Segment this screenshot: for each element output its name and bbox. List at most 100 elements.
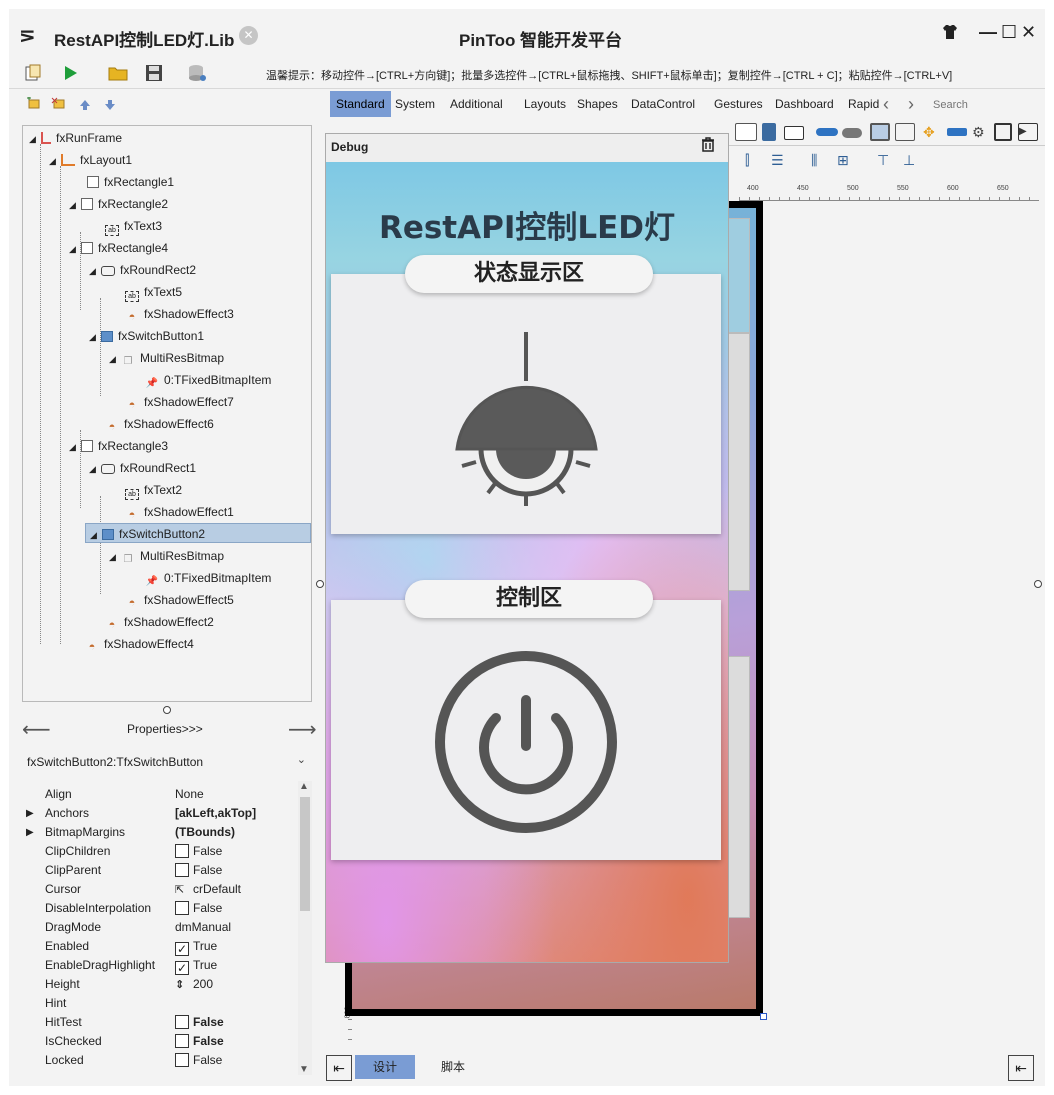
menu-icon[interactable]: ⋝: [19, 23, 36, 48]
tree-node[interactable]: ◢ fxRoundRect2: [89, 260, 196, 280]
gear-icon[interactable]: ⚙: [972, 123, 990, 141]
checkbox[interactable]: [175, 863, 189, 877]
tree-node[interactable]: ◓ fxShadowEffect1: [113, 502, 234, 522]
component-icon[interactable]: [870, 123, 890, 141]
canvas-element[interactable]: [728, 218, 750, 333]
property-row[interactable]: Hint: [22, 994, 300, 1013]
tab-datacontrol[interactable]: DataControl: [625, 91, 701, 117]
expand-icon[interactable]: ▶: [26, 804, 34, 823]
property-value[interactable]: 200: [193, 977, 213, 991]
tab-additional[interactable]: Additional: [444, 91, 509, 117]
property-value[interactable]: (TBounds): [175, 823, 235, 842]
component-icon[interactable]: [895, 123, 915, 141]
splitter-handle[interactable]: [1034, 580, 1042, 588]
component-icon[interactable]: [994, 123, 1012, 141]
tree-node[interactable]: ◢ fxRectangle3: [69, 436, 168, 456]
tree-node[interactable]: ◢ fxRoundRect1: [89, 458, 196, 478]
tab-dashboard[interactable]: Dashboard: [769, 91, 840, 117]
tree-node[interactable]: ◓ fxShadowEffect4: [73, 634, 194, 654]
checkbox[interactable]: [175, 1034, 189, 1048]
chevron-down-icon[interactable]: ⌄: [297, 753, 306, 766]
property-row[interactable]: ▶ BitmapMargins (TBounds): [22, 823, 300, 842]
property-row[interactable]: EnableDragHighlight ✓ True: [22, 956, 300, 975]
distribute-h-icon[interactable]: ⫼: [811, 152, 817, 169]
align-left-icon[interactable]: ⫿: [745, 152, 749, 169]
search-input[interactable]: [933, 95, 1043, 114]
distribute-v-icon[interactable]: ⊞: [837, 152, 849, 169]
tree-node[interactable]: ◓ fxShadowEffect2: [93, 612, 214, 632]
splitter-handle[interactable]: [316, 580, 324, 588]
tab-gestures[interactable]: Gestures: [708, 91, 769, 117]
minimize-button[interactable]: —: [979, 22, 997, 43]
align-top-icon[interactable]: ⊤: [877, 152, 889, 169]
property-row[interactable]: Cursor ⇱ crDefault: [22, 880, 300, 899]
object-selector[interactable]: fxSwitchButton2:TfxSwitchButton ⌄: [22, 752, 312, 772]
tree-node[interactable]: ◓ fxShadowEffect3: [113, 304, 234, 324]
property-value[interactable]: [akLeft,akTop]: [175, 804, 256, 823]
property-row[interactable]: ▶ Anchors [akLeft,akTop]: [22, 804, 300, 823]
collapse-left-icon[interactable]: ⇤: [326, 1055, 352, 1081]
component-icon[interactable]: [947, 128, 967, 136]
property-row[interactable]: Height ⇕ 200: [22, 975, 300, 994]
save-icon[interactable]: [144, 64, 164, 84]
database-icon[interactable]: [187, 64, 207, 84]
tree-node[interactable]: 📌 0:TFixedBitmapItem: [133, 370, 272, 390]
power-icon[interactable]: [331, 600, 721, 860]
tab-design[interactable]: 设计: [355, 1055, 416, 1079]
align-center-icon[interactable]: ☰: [771, 152, 784, 169]
tree-node-selected[interactable]: ◢ fxSwitchButton2: [85, 523, 311, 543]
component-icon[interactable]: [762, 123, 776, 141]
collapse-right-icon[interactable]: ⇤: [1008, 1055, 1034, 1081]
checkbox[interactable]: [175, 901, 189, 915]
tree-node[interactable]: ◢ fxSwitchButton1: [89, 326, 204, 346]
splitter-handle[interactable]: [163, 706, 171, 714]
property-value[interactable]: dmManual: [175, 918, 231, 937]
component-icon[interactable]: [784, 126, 804, 140]
property-value[interactable]: crDefault: [193, 882, 241, 896]
tree-node[interactable]: ◢ fxRectangle4: [69, 238, 168, 258]
checkbox[interactable]: [175, 844, 189, 858]
run-icon[interactable]: [60, 64, 80, 84]
component-icon[interactable]: [816, 128, 838, 136]
tab-script[interactable]: 脚本: [423, 1055, 483, 1079]
properties-scrollbar[interactable]: ▲ ▼: [298, 781, 312, 1075]
close-project-icon[interactable]: ✕: [239, 26, 258, 45]
open-folder-icon[interactable]: [108, 64, 128, 84]
move-down-icon[interactable]: [99, 99, 121, 114]
forward-arrow-icon[interactable]: ⟶: [288, 717, 317, 742]
property-row[interactable]: DisableInterpolation False: [22, 899, 300, 918]
tab-prev-icon[interactable]: ‹: [883, 91, 889, 117]
align-bottom-icon[interactable]: ⊥: [903, 152, 915, 169]
property-row[interactable]: ClipChildren False: [22, 842, 300, 861]
property-row[interactable]: Align None: [22, 785, 300, 804]
scroll-thumb[interactable]: [300, 797, 310, 911]
tree-node[interactable]: ◢ ❐ MultiResBitmap: [109, 546, 224, 566]
tree-node[interactable]: ab fxText2: [113, 480, 182, 500]
component-icon[interactable]: ✥: [923, 123, 941, 141]
delete-node-icon[interactable]: [48, 97, 70, 114]
property-row[interactable]: Locked False: [22, 1051, 300, 1070]
tree-node[interactable]: ◓ fxShadowEffect6: [93, 414, 214, 434]
tree-node[interactable]: ab fxText5: [113, 282, 182, 302]
property-row[interactable]: ClipParent False: [22, 861, 300, 880]
tab-next-icon[interactable]: ›: [908, 91, 914, 117]
tree-node[interactable]: ◓ fxShadowEffect7: [113, 392, 234, 412]
scroll-up-icon[interactable]: ▲: [299, 781, 309, 792]
checkbox[interactable]: [175, 1053, 189, 1067]
resize-handle[interactable]: [760, 1013, 767, 1020]
properties-label[interactable]: Properties>>>: [127, 722, 203, 736]
property-row[interactable]: IsChecked False: [22, 1032, 300, 1051]
tree-node[interactable]: ◢ fxLayout1: [49, 150, 132, 170]
tree-node[interactable]: ◢ fxRectangle2: [69, 194, 168, 214]
tree-node[interactable]: fxRectangle1: [75, 172, 174, 192]
property-row[interactable]: Enabled ✓ True: [22, 937, 300, 956]
canvas-element[interactable]: [728, 333, 750, 591]
property-value[interactable]: None: [175, 785, 204, 804]
tree-node[interactable]: ab fxText3: [93, 216, 162, 236]
expand-icon[interactable]: ▶: [26, 823, 34, 842]
tree-node[interactable]: ◓ fxShadowEffect5: [113, 590, 234, 610]
trash-icon[interactable]: [701, 137, 715, 156]
checkbox-checked[interactable]: ✓: [175, 961, 189, 975]
checkbox-checked[interactable]: ✓: [175, 942, 189, 956]
tree-node[interactable]: 📌 0:TFixedBitmapItem: [133, 568, 272, 588]
